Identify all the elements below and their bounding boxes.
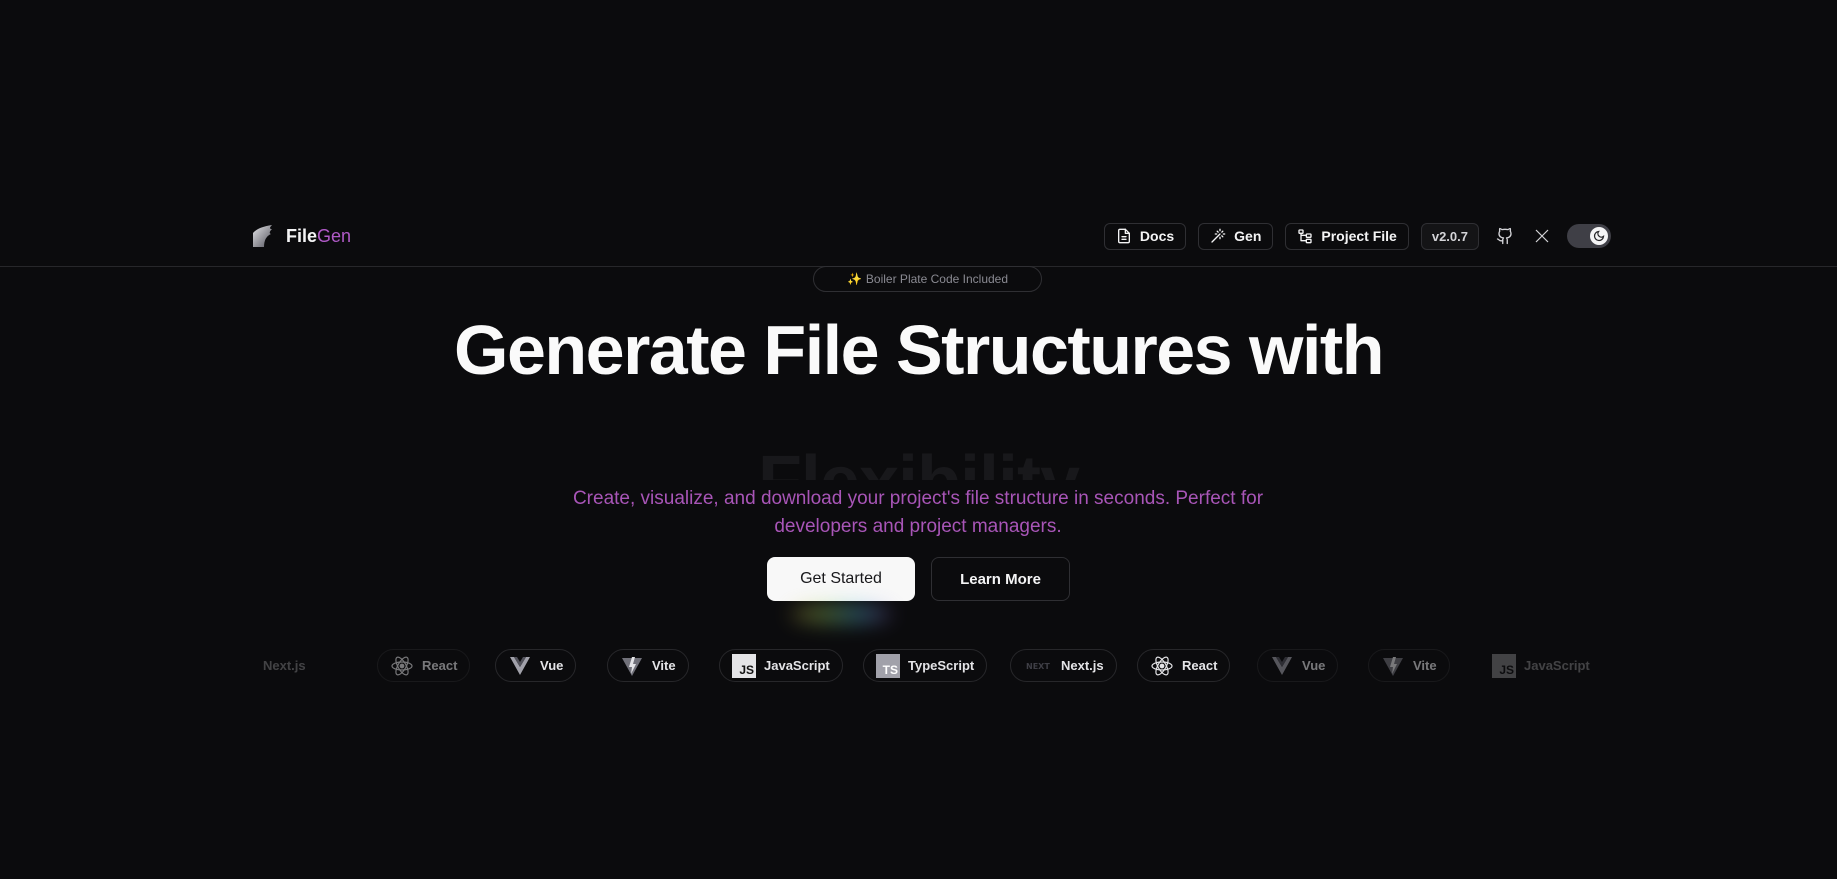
learn-more-button[interactable]: Learn More <box>931 557 1070 601</box>
tech-label: Next.js <box>263 658 306 673</box>
version-badge: v2.0.7 <box>1420 222 1479 250</box>
tech-chip-vite-2: Vite <box>1368 649 1450 682</box>
tech-chip-nextjs: Next.js <box>250 649 319 682</box>
announcement-badge[interactable]: ✨ Boiler Plate Code Included <box>813 266 1042 292</box>
project-file-button[interactable]: Project File <box>1285 222 1409 250</box>
tech-chip-vue-2: Vue <box>1257 649 1339 682</box>
tech-marquee: Next.js React Vue Vite JS JavaScript TS … <box>250 649 1590 685</box>
github-icon <box>1496 227 1512 245</box>
nextjs-icon: NEXT <box>1026 662 1050 671</box>
get-started-label: Get Started <box>800 570 882 587</box>
javascript-icon: JS <box>732 653 756 678</box>
logo[interactable]: FileGen <box>250 223 351 249</box>
learn-more-label: Learn More <box>960 570 1041 588</box>
typescript-icon: TS <box>876 653 900 678</box>
tech-chip-react-2: React <box>1137 649 1231 682</box>
tech-label: JavaScript <box>1524 658 1590 673</box>
tech-label: JavaScript <box>764 658 830 673</box>
vite-icon <box>1383 656 1403 676</box>
tech-label: React <box>422 658 458 673</box>
tech-label: Vue <box>1302 658 1326 673</box>
react-icon <box>391 656 413 675</box>
tech-label: Vue <box>540 658 564 673</box>
tech-chip-nextjs-2: NEXT Next.js <box>1010 649 1117 682</box>
wand-icon <box>1211 228 1226 243</box>
vue-icon <box>1272 656 1292 675</box>
brand-name-main: File <box>286 225 318 246</box>
gen-label: Gen <box>1234 228 1262 244</box>
svg-text:NEXT: NEXT <box>1026 662 1050 671</box>
moon-icon <box>1593 230 1605 242</box>
x-link[interactable] <box>1530 224 1554 248</box>
tech-label: Next.js <box>1061 658 1104 673</box>
main-nav: Docs Gen Project File v2.0.7 <box>1103 220 1611 252</box>
tech-label: Vite <box>1413 658 1437 673</box>
get-started-button[interactable]: Get Started <box>767 557 915 623</box>
tech-label: Vite <box>652 658 676 673</box>
theme-toggle[interactable] <box>1567 224 1611 248</box>
cta-group: Get Started Learn More <box>0 557 1837 623</box>
announcement-text: Boiler Plate Code Included <box>865 272 1009 286</box>
brand-name-accent: Gen <box>317 225 352 246</box>
x-logo-icon <box>1535 229 1549 243</box>
vite-icon <box>622 656 642 676</box>
tech-label: TypeScript <box>908 658 975 673</box>
hero-title: Generate File Structures with <box>454 311 1384 389</box>
file-text-icon <box>1117 228 1130 244</box>
tech-chip-typescript: TS TypeScript <box>863 649 988 682</box>
hero-rotating-word: Flexibility <box>0 440 1837 480</box>
docs-label: Docs <box>1139 228 1175 244</box>
tech-chip-javascript: JS JavaScript <box>719 649 843 682</box>
tech-chip-vite: Vite <box>607 649 689 682</box>
site-header: FileGen Docs Gen Project File v2.0.7 <box>0 213 1837 267</box>
react-icon <box>1151 656 1173 675</box>
folder-tree-icon <box>1298 229 1313 244</box>
theme-toggle-knob <box>1590 227 1608 245</box>
tech-chip-react: React <box>377 649 471 682</box>
logo-icon <box>253 225 272 247</box>
vue-icon <box>510 656 530 675</box>
gen-button[interactable]: Gen <box>1198 222 1274 250</box>
project-file-label: Project File <box>1321 228 1397 244</box>
github-link[interactable] <box>1493 224 1517 248</box>
docs-button[interactable]: Docs <box>1103 222 1187 250</box>
button-glow <box>791 605 891 623</box>
tech-chip-vue: Vue <box>495 649 577 682</box>
tech-label: React <box>1182 658 1218 673</box>
sparkle-icon: ✨ <box>846 272 862 286</box>
javascript-icon: JS <box>1492 653 1516 678</box>
brand-name: FileGen <box>286 226 351 247</box>
tech-chip-javascript-2: JS JavaScript <box>1479 649 1603 682</box>
hero-description: Create, visualize, and download your pro… <box>572 488 1264 537</box>
